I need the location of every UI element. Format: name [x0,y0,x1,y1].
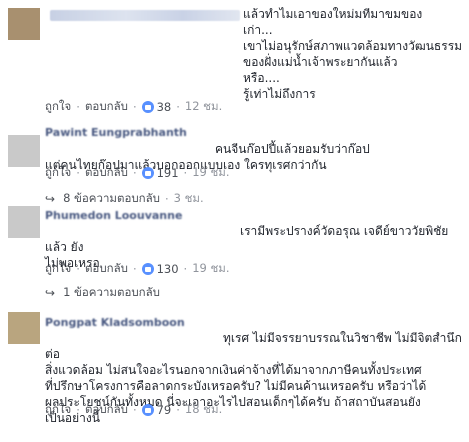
replies-time: 3 ชม. [173,191,204,205]
separator: · [132,262,137,276]
reply-link[interactable]: ตอบกลับ [85,98,128,116]
like-link[interactable]: ถูกใจ [45,401,71,419]
comment-text: แล้วทำไมเอาของใหม่มทีมาขมของ เก่า... เขา… [243,7,463,101]
reply-arrow-icon: ↪ [45,192,56,206]
separator: · [76,262,80,276]
like-count[interactable]: 191 [157,166,179,180]
avatar[interactable] [8,312,40,344]
like-thumb-icon[interactable] [141,167,154,179]
avatar[interactable] [8,206,40,238]
separator: · [76,166,80,180]
comment-actions: ถูกใจ · ตอบกลับ · 191 · 19 ชม. [45,164,230,182]
reply-link[interactable]: ตอบกลับ [85,260,128,278]
separator: · [176,100,180,114]
avatar[interactable] [8,8,40,40]
like-count[interactable]: 130 [157,262,179,276]
comment-actions: ถูกใจ · ตอบกลับ · 130 · 19 ชม. [45,260,230,278]
like-thumb-icon[interactable] [141,263,154,275]
timestamp[interactable]: 12 ชม. [185,98,222,116]
like-count[interactable]: 38 [157,100,172,114]
separator: · [183,166,188,180]
like-link[interactable]: ถูกใจ [45,98,71,116]
timestamp[interactable]: 18 ชม. [185,401,222,419]
reply-link[interactable]: ตอบกลับ [85,164,128,182]
view-replies[interactable]: ↪ 8 ข้อความตอบกลับ · 3 ชม. [45,190,204,208]
timestamp[interactable]: 19 ชม. [192,164,229,182]
like-thumb-icon[interactable] [141,101,154,113]
replies-count-link[interactable]: 1 ข้อความตอบกลับ [63,284,160,302]
reply-arrow-icon: ↪ [45,286,56,300]
avatar[interactable] [8,135,40,167]
view-replies[interactable]: ↪ 1 ข้อความตอบกลับ [45,284,160,302]
like-link[interactable]: ถูกใจ [45,164,71,182]
separator: · [176,403,180,417]
commenter-name-redacted[interactable] [50,10,240,21]
separator: · [132,100,137,114]
separator: · [183,262,188,276]
separator: · [132,403,137,417]
comment-actions: ถูกใจ · ตอบกลับ · 38 · 12 ชม. [45,98,222,116]
like-link[interactable]: ถูกใจ [45,260,71,278]
comment-actions: ถูกใจ · ตอบกลับ · 79 · 18 ชม. [45,401,222,419]
reply-link[interactable]: ตอบกลับ [85,401,128,419]
separator: · [164,192,169,206]
separator: · [132,166,137,180]
separator: · [76,403,80,417]
comment-text: ทุเรศ ไม่มีจรรยาบรรณในวิชาชีพ ไม่มีจิตสำ… [45,314,469,442]
timestamp[interactable]: 19 ชม. [192,260,229,278]
replies-count-link[interactable]: 8 ข้อความตอบกลับ [63,190,160,208]
like-thumb-icon[interactable] [141,404,154,416]
like-count[interactable]: 79 [157,403,172,417]
separator: · [76,100,80,114]
